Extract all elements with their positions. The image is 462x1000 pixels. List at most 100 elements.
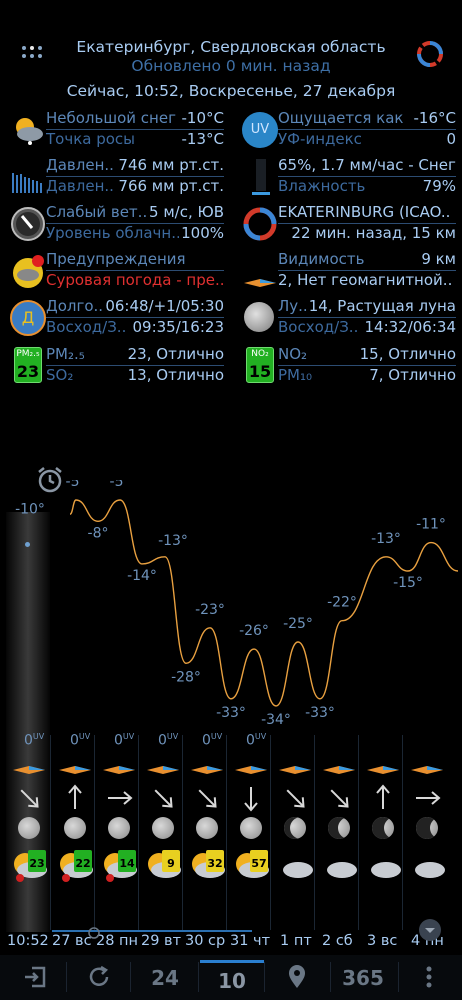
- day-label[interactable]: 31 чт: [230, 933, 270, 949]
- day-label[interactable]: 1 пт: [280, 933, 312, 949]
- pressure2-value: 766 мм рт.ст.: [116, 177, 224, 195]
- moon-phase-icon: [64, 817, 86, 839]
- snow-sun-icon: [16, 118, 43, 145]
- geomag-label: 2, Нет геомагнитной..: [278, 271, 453, 289]
- daylength-cell[interactable]: Д Долго.. 06:48/+1/05:30 Восход/З.. 09:3…: [0, 296, 230, 340]
- warnings-cell[interactable]: Предупреждения Суровая погода - пре..: [0, 249, 230, 293]
- temp-label: -10°: [15, 502, 45, 518]
- aqi-badge: 9: [162, 850, 180, 872]
- uv-value: 0UV: [24, 732, 45, 749]
- pressure-cell[interactable]: Давлен.. 746 мм рт.ст. Давлен.. 766 мм р…: [0, 155, 230, 199]
- sun-direction-icon: [13, 766, 45, 774]
- temp-label: -22°: [327, 595, 357, 611]
- temp-label: -34°: [261, 712, 291, 728]
- day-label[interactable]: 30 ср: [185, 933, 225, 949]
- sun-direction-icon: [367, 766, 399, 774]
- dew-value: -13°C: [179, 130, 224, 148]
- moon-cell[interactable]: Лу.. 14, Растущая луна Восход/З.. 14:32/…: [232, 296, 462, 340]
- wind-direction-icon: [154, 789, 173, 808]
- moon-phase-icon: [372, 817, 394, 839]
- station-cell[interactable]: EKATERINBURG (ICAO.. 22 мин. назад, 15 к…: [232, 202, 462, 246]
- location-title[interactable]: Екатеринбург, Свердловская область: [0, 38, 462, 56]
- warnings-value: Суровая погода - пре..: [46, 271, 224, 289]
- range-24-button[interactable]: 24: [132, 960, 198, 996]
- temp-label: -33°: [305, 705, 335, 721]
- daylen-value: 06:48/+1/05:30: [103, 297, 224, 315]
- sun-direction-icon: [323, 766, 355, 774]
- settings-icon[interactable]: [414, 38, 446, 70]
- wind-direction-icon: [244, 787, 258, 812]
- moon-phase-icon: [284, 817, 306, 839]
- day-label[interactable]: 10:52: [7, 933, 49, 949]
- humidity-value: 79%: [420, 177, 456, 195]
- current-datetime: Сейчас, 10:52, Воскресенье, 27 декабря: [66, 82, 396, 100]
- range-10-button[interactable]: 10: [200, 960, 264, 996]
- visibility-cell[interactable]: Видимость 9 км 2, Нет геомагнитной..: [232, 249, 462, 293]
- column-separator: [314, 735, 315, 930]
- pressure-graph-icon: [12, 173, 42, 193]
- temp-label: -13°: [158, 533, 188, 549]
- exit-icon[interactable]: [22, 964, 48, 990]
- temp-label: -15°: [393, 575, 423, 591]
- moon-phase-icon: [18, 817, 40, 839]
- geomag-icon: [244, 279, 276, 287]
- precip-label: 65%, 1.7 мм/час - Снег..: [278, 156, 456, 174]
- aqi-badge: 22: [74, 850, 92, 872]
- moon-value: 14, Растущая луна: [306, 297, 456, 315]
- uv-value: 0UV: [114, 732, 135, 749]
- sun-direction-icon: [411, 766, 443, 774]
- moon-phase-icon: [240, 817, 262, 839]
- wind-value: 5 м/с, ЮВ: [147, 203, 224, 221]
- scroll-down-icon[interactable]: [418, 918, 442, 942]
- more-options-icon[interactable]: [422, 964, 436, 990]
- precip-cell[interactable]: 65%, 1.7 мм/час - Снег.. Влажность 79%: [232, 155, 462, 199]
- pm25-cell[interactable]: PM₂.₅ 23 PM₂.₅ 23, Отлично SO₂ 13, Отлич…: [0, 344, 230, 388]
- station-value: 22 мин. назад, 15 км: [289, 224, 456, 242]
- day-label[interactable]: 3 вс: [367, 933, 397, 949]
- aqi-badge: 14: [118, 850, 136, 872]
- range-365-button[interactable]: 365: [332, 960, 394, 996]
- cloud-value: 100%: [179, 224, 224, 242]
- column-separator: [226, 735, 227, 930]
- moon-phase-icon: [152, 817, 174, 839]
- uv-value: 0UV: [202, 732, 223, 749]
- temp-label: -28°: [171, 669, 201, 685]
- weather-condition-icon: [371, 862, 401, 878]
- moon-phase-icon: [328, 817, 350, 839]
- no2-cell[interactable]: NO₂ 15 NO₂ 15, Отлично PM₁₀ 7, Отлично: [232, 344, 462, 388]
- moonrise-value: 14:32/06:34: [362, 318, 456, 336]
- wind-direction-icon: [108, 791, 133, 805]
- column-separator: [138, 735, 139, 930]
- warning-icon: [13, 255, 44, 288]
- wind-direction-icon: [20, 789, 39, 808]
- feels-value: -16°C: [411, 109, 456, 127]
- temp-label: -23°: [195, 602, 225, 618]
- moon-icon: [244, 302, 274, 332]
- temp-label: -14°: [127, 568, 157, 584]
- uvi-value: 0: [444, 130, 456, 148]
- timeline-alarm-icon: [88, 927, 100, 939]
- weather-cell[interactable]: Небольшой снег -10°C Точка росы -13°C: [0, 108, 230, 152]
- wind-compass-icon: [11, 207, 45, 241]
- column-separator: [358, 735, 359, 930]
- weather-condition-icon: [415, 862, 445, 878]
- precip-gauge-icon: [252, 159, 270, 195]
- updated-status: Обновлено 0 мин. назад: [131, 57, 331, 75]
- pm10-value: 7, Отлично: [367, 366, 456, 384]
- wind-cell[interactable]: Слабый вет.. 5 м/с, ЮВ Уровень облачн.. …: [0, 202, 230, 246]
- column-separator: [182, 735, 183, 930]
- refresh-icon[interactable]: [86, 964, 112, 990]
- wind-direction-icon: [198, 789, 217, 808]
- day-label[interactable]: 28 пн: [96, 933, 138, 949]
- location-pin-icon[interactable]: [286, 964, 308, 990]
- day-label[interactable]: 29 вт: [141, 933, 181, 949]
- temp-label: -25°: [283, 616, 313, 632]
- moon-phase-icon: [416, 817, 438, 839]
- aqi-badge: 32: [206, 850, 224, 872]
- daylength-badge-icon: Д: [10, 300, 46, 336]
- uv-value: 0UV: [158, 732, 179, 749]
- day-label[interactable]: 2 сб: [322, 933, 353, 949]
- timeline-track[interactable]: [52, 930, 252, 932]
- feels-cell[interactable]: UV Ощущается как -16°C УФ-индекс 0: [232, 108, 462, 152]
- no2-value: 15, Отлично: [357, 345, 456, 363]
